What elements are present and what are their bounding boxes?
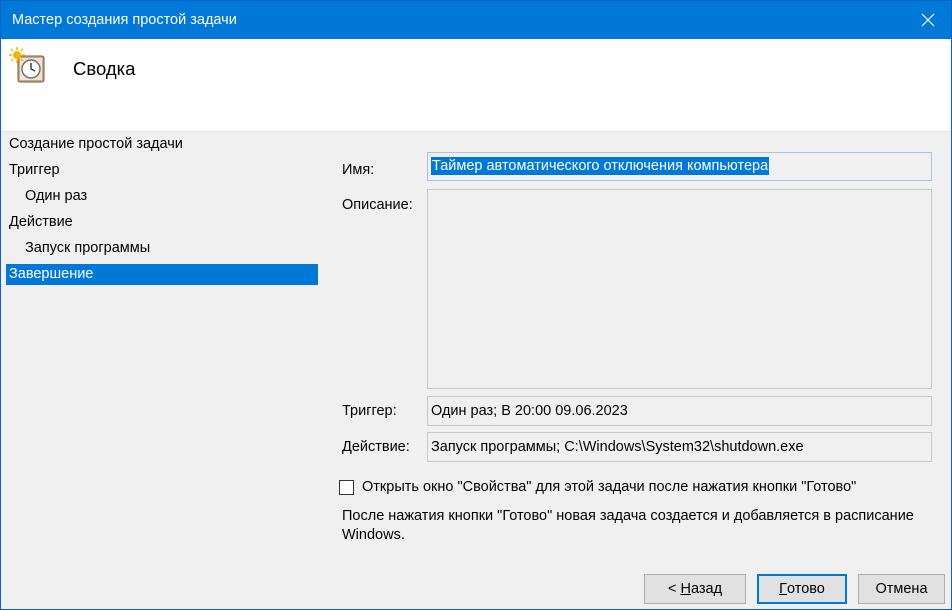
- finish-button[interactable]: Готово: [757, 574, 847, 604]
- back-button-mnemonic: Н: [680, 581, 691, 597]
- action-label: Действие:: [342, 439, 410, 455]
- trigger-field: Один раз; В 20:00 09.06.2023: [427, 396, 932, 426]
- name-value: Таймер автоматического отключения компью…: [431, 157, 770, 175]
- step-trigger[interactable]: Триггер: [9, 160, 60, 181]
- back-button[interactable]: < Назад: [644, 574, 746, 604]
- close-button[interactable]: [905, 1, 951, 39]
- title-bar: Мастер создания простой задачи: [1, 1, 951, 39]
- action-field: Запуск программы; C:\Windows\System32\sh…: [427, 432, 932, 462]
- back-button-prefix: <: [667, 581, 681, 597]
- wizard-header: Сводка: [1, 39, 951, 132]
- cancel-button[interactable]: Отмена: [858, 574, 945, 604]
- window-title: Мастер создания простой задачи: [12, 12, 237, 28]
- back-button-label: азад: [690, 581, 723, 597]
- finish-button-label: отово: [786, 581, 825, 597]
- close-icon: [921, 13, 935, 27]
- finish-button-mnemonic: Г: [779, 581, 787, 597]
- finish-note: После нажатия кнопки "Готово" новая зада…: [342, 508, 914, 543]
- page-title: Сводка: [73, 58, 136, 79]
- description-label: Описание:: [342, 197, 413, 213]
- description-field[interactable]: [427, 189, 932, 389]
- step-finish[interactable]: Завершение: [6, 264, 318, 285]
- open-properties-label[interactable]: Открыть окно "Свойства" для этой задачи …: [362, 479, 856, 495]
- open-properties-checkbox[interactable]: [339, 480, 354, 495]
- name-label: Имя:: [342, 162, 375, 178]
- step-once[interactable]: Один раз: [25, 186, 87, 207]
- name-field[interactable]: Таймер автоматического отключения компью…: [427, 152, 932, 181]
- wizard-window: Мастер создания простой задачи Сводка Со…: [0, 0, 952, 610]
- scheduler-clock-icon: [9, 47, 49, 85]
- trigger-label: Триггер:: [342, 403, 397, 419]
- step-create-task[interactable]: Создание простой задачи: [9, 134, 183, 155]
- step-start-program[interactable]: Запуск программы: [25, 238, 150, 259]
- step-action[interactable]: Действие: [9, 212, 73, 233]
